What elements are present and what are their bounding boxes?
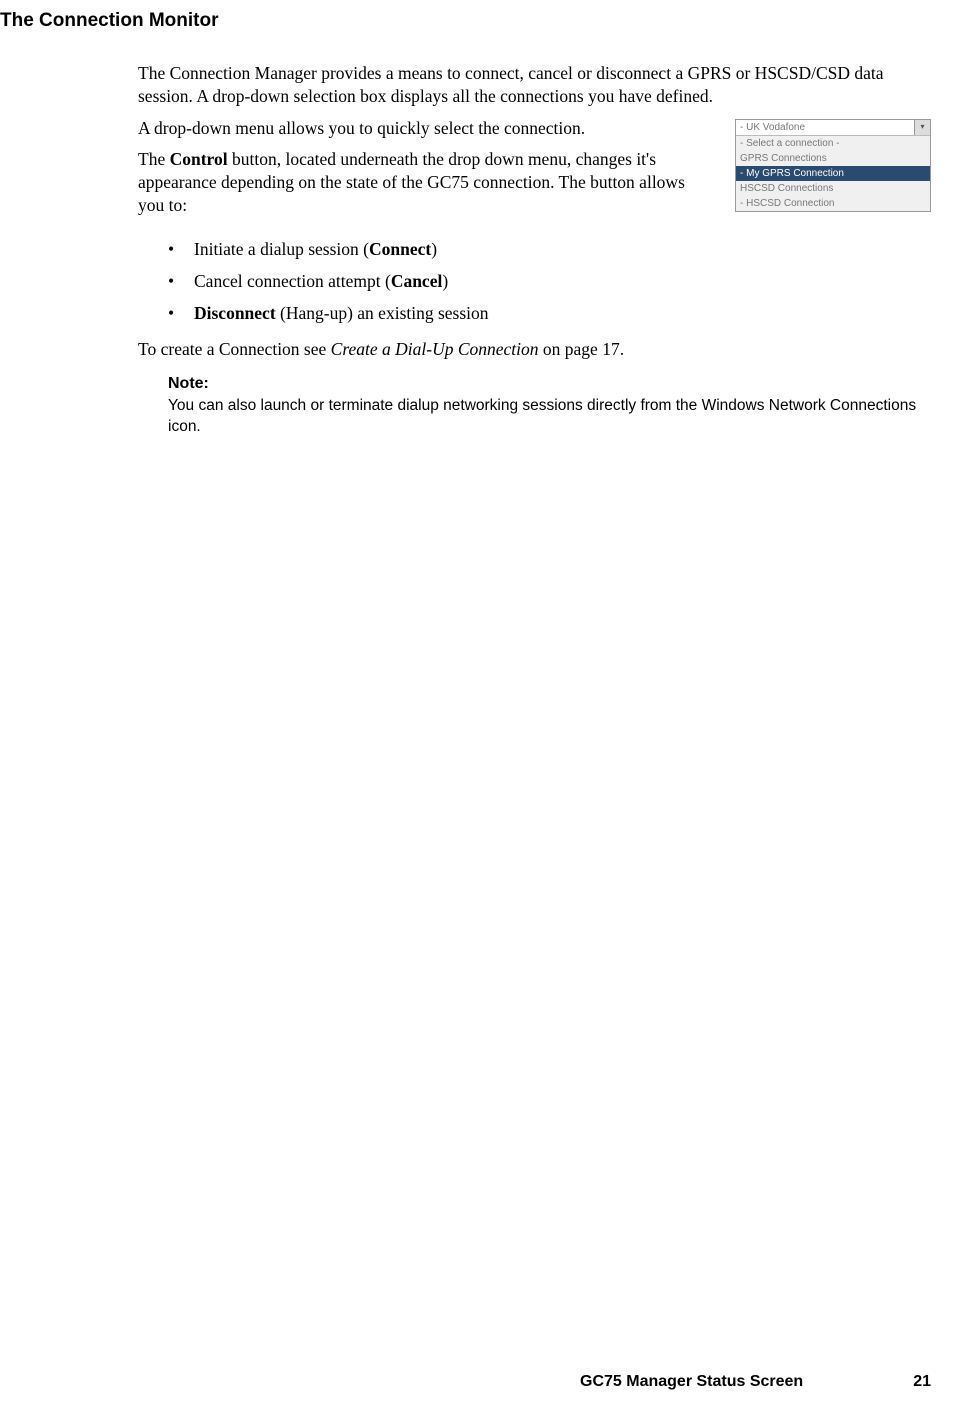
bullet-icon: • [168,268,194,294]
bullet-bold: Connect [369,239,431,259]
dropdown-prompt: - Select a connection - [736,136,930,151]
dropdown-para: A drop-down menu allows you to quickly s… [138,117,708,140]
connection-dropdown-figure: - UK Vodafone ▾ - Select a connection - … [735,119,931,212]
bullet-pre: Initiate a dialup session ( [194,239,369,259]
note-text: You can also launch or terminate dialup … [168,396,931,438]
page-footer: GC75 Manager Status Screen 21 [580,1373,931,1391]
list-item: • Disconnect (Hang-up) an existing sessi… [168,300,931,326]
section-heading: The Connection Monitor [0,10,969,32]
footer-title: GC75 Manager Status Screen [580,1373,803,1391]
bullet-text: Initiate a dialup session (Connect) [194,236,437,262]
dropdown-arrow-icon: ▾ [914,120,930,135]
bullet-post: ) [431,239,437,259]
para3-pre: The [138,149,170,169]
bullet-bold: Disconnect [194,303,276,323]
control-button-para: The Control button, located underneath t… [138,148,708,216]
footer-page-number: 21 [913,1373,931,1390]
list-item: • Cancel connection attempt (Cancel) [168,268,931,294]
bullet-post: (Hang-up) an existing session [276,303,489,323]
bullet-bold: Cancel [391,271,443,291]
bullet-list: • Initiate a dialup session (Connect) • … [168,236,931,327]
dropdown-selected-text: - UK Vodafone [736,120,914,135]
intro-paragraph: The Connection Manager provides a means … [138,62,931,108]
note-block: Note: You can also launch or terminate d… [168,375,931,438]
bullet-text: Cancel connection attempt (Cancel) [194,268,448,294]
bullet-pre: Cancel connection attempt ( [194,271,391,291]
para4-italic: Create a Dial-Up Connection [331,339,539,359]
dropdown-item-hscsd: - HSCSD Connection [736,196,930,211]
bullet-icon: • [168,300,194,326]
create-connection-para: To create a Connection see Create a Dial… [138,338,931,361]
para4-pre: To create a Connection see [138,339,331,359]
bullet-post: ) [442,271,448,291]
dropdown-group-gprs: GPRS Connections [736,151,930,166]
bullet-icon: • [168,236,194,262]
dropdown-selected-row: - UK Vodafone ▾ [736,120,930,136]
para4-post: on page 17. [539,339,625,359]
para3-bold: Control [170,149,228,169]
bullet-text: Disconnect (Hang-up) an existing session [194,300,489,326]
dropdown-group-hscsd: HSCSD Connections [736,181,930,196]
note-label: Note: [168,375,931,393]
dropdown-item-gprs: - My GPRS Connection [736,166,930,181]
list-item: • Initiate a dialup session (Connect) [168,236,931,262]
